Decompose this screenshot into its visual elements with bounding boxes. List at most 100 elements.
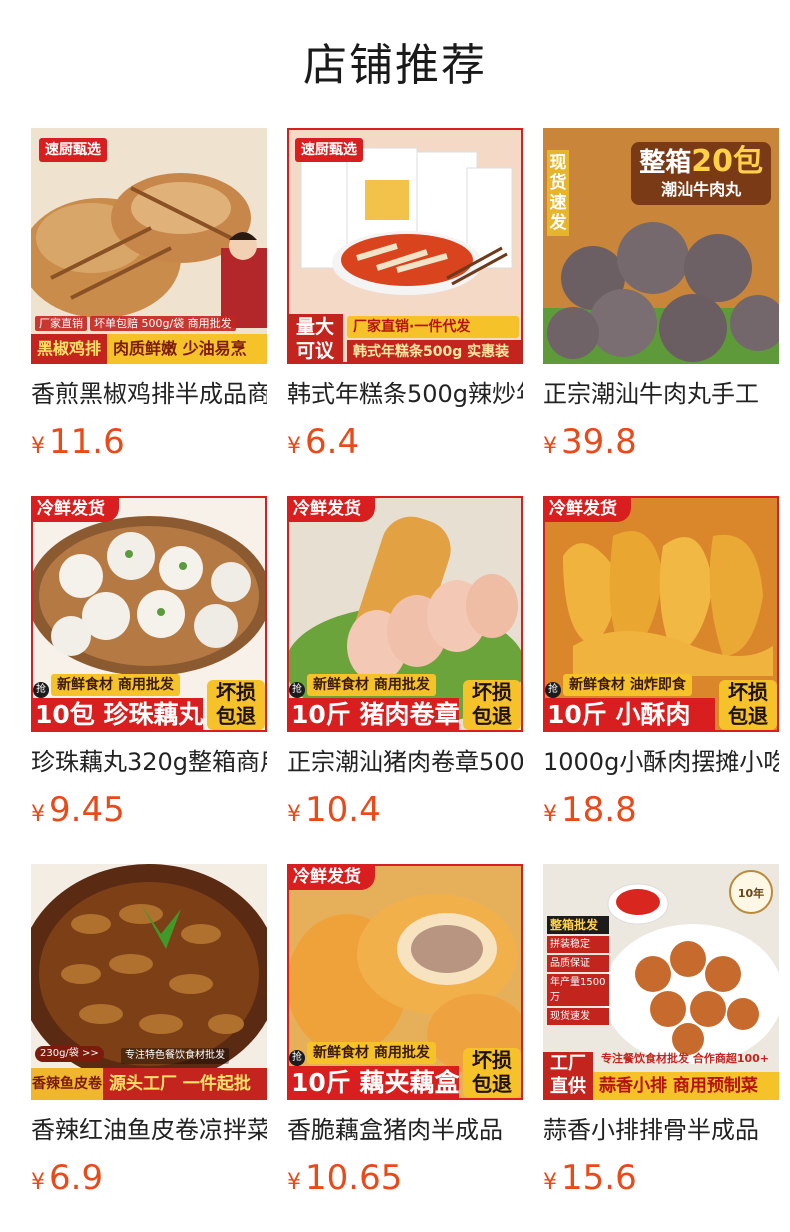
product-card[interactable]: 冷鲜发货 新鲜食材 商用批发 抢 10斤 藕夹藕盒 坏损 包退 香脆藕盒猪肉半成…	[287, 864, 523, 1232]
wholesale-note: 专注餐饮食材批发 合作商超100+	[601, 1052, 770, 1065]
headline-box-word: 整箱	[639, 148, 692, 178]
product-price: ¥9.45	[31, 788, 267, 832]
product-card[interactable]: 整箱批发 拼装稳定 品质保证 年产量1500万 现货速发 10年 工厂 直供 专…	[543, 864, 779, 1232]
promo-block: 新鲜食材 商用批发 抢 10包 珍珠藕丸 坏损 包退	[31, 674, 267, 732]
product-card[interactable]: 冷鲜发货 新鲜食材 商用批发 抢 10斤 猪肉卷章 坏损 包退 正宗潮汕猪肉卷章…	[287, 496, 523, 864]
product-grid: 速厨甄选 厂家直销 坏单包赔 500g/袋 商用批发 黑椒鸡排 肉质鲜嫩 少油易烹…	[31, 128, 779, 1232]
product-card[interactable]: 230g/袋 >> 专注特色餐饮食材批发 香辣鱼皮卷 源头工厂 一件起批 香辣红…	[31, 864, 267, 1232]
refund-badge: 坏损 包退	[207, 680, 265, 730]
product-image[interactable]: 冷鲜发货 新鲜食材 商用批发 抢 10斤 藕夹藕盒 坏损 包退	[287, 864, 523, 1100]
product-image[interactable]: 冷鲜发货 新鲜食材 油炸即食 抢 10斤 小酥肉 坏损 包退	[543, 496, 779, 732]
product-price: ¥6.9	[31, 1156, 267, 1200]
product-image[interactable]: 冷鲜发货 新鲜食材 商用批发 抢 10斤 猪肉卷章 坏损 包退	[287, 496, 523, 732]
shop-note: 专注特色餐饮食材批发	[121, 1048, 229, 1064]
cold-ship-tag: 冷鲜发货	[543, 496, 631, 522]
product-card[interactable]: 速厨甄选 厂家直销 坏单包赔 500g/袋 商用批发 黑椒鸡排 肉质鲜嫩 少油易烹…	[31, 128, 267, 496]
product-price: ¥39.8	[543, 420, 779, 464]
product-title[interactable]: 1000g小酥肉摆摊小吃	[543, 746, 779, 778]
strip-left-label: 黑椒鸡排	[31, 334, 108, 364]
product-title[interactable]: 正宗潮汕牛肉丸手工	[543, 378, 779, 410]
product-image[interactable]: 速厨甄选 厂家直销 坏单包赔 500g/袋 商用批发 黑椒鸡排 肉质鲜嫩 少油易烹	[31, 128, 267, 364]
product-card[interactable]: 现货速发 整箱20包 潮汕牛肉丸 正宗潮汕牛肉丸手工 ¥39.8	[543, 128, 779, 496]
grab-badge: 抢	[289, 1050, 305, 1066]
product-image[interactable]: 速厨甄选 量大 可议 厂家直销·一件代发 韩式年糕条500g 实惠装	[287, 128, 523, 364]
product-title[interactable]: 正宗潮汕猪肉卷章500g	[287, 746, 523, 778]
promo-block: 新鲜食材 油炸即食 抢 10斤 小酥肉 坏损 包退	[543, 674, 779, 732]
product-image[interactable]: 整箱批发 拼装稳定 品质保证 年产量1500万 现货速发 10年 工厂 直供 专…	[543, 864, 779, 1100]
product-name-banner: 蒜香小排 商用预制菜	[593, 1072, 779, 1100]
cold-ship-tag: 冷鲜发货	[287, 864, 375, 890]
section-title: 店铺推荐	[303, 40, 487, 91]
store-recommendations-page: 店铺推荐 速厨甄选 厂家直销 坏单包赔 500g/袋 商用批发 黑椒鸡排 肉质鲜…	[0, 0, 790, 1232]
feature-item: 拼装稳定	[547, 936, 609, 953]
currency-symbol: ¥	[543, 802, 557, 827]
brand-badge: 速厨甄选	[295, 138, 363, 162]
product-price: ¥10.65	[287, 1156, 523, 1200]
weight-pill: 230g/袋 >>	[35, 1046, 104, 1062]
product-price: ¥6.4	[287, 420, 523, 464]
promo-ribbon: 新鲜食材 商用批发	[307, 1042, 436, 1064]
product-title[interactable]: 香煎黑椒鸡排半成品商用	[31, 378, 267, 410]
cold-ship-tag: 冷鲜发货	[31, 496, 119, 522]
feature-item: 现货速发	[547, 1008, 609, 1025]
refund-badge: 坏损 包退	[463, 1048, 521, 1098]
product-card[interactable]: 速厨甄选 量大 可议 厂家直销·一件代发 韩式年糕条500g 实惠装 韩式年糕条…	[287, 128, 523, 496]
product-image[interactable]: 现货速发 整箱20包 潮汕牛肉丸	[543, 128, 779, 364]
feature-tag: 厂家直销	[35, 316, 87, 331]
feature-item: 年产量1500万	[547, 974, 609, 1006]
grab-badge: 抢	[545, 682, 561, 698]
bulk-label-text: 量大 可议	[295, 316, 334, 362]
feature-item: 品质保证	[547, 955, 609, 972]
ship-now-tag: 现货速发	[547, 150, 569, 236]
currency-symbol: ¥	[543, 434, 557, 459]
currency-symbol: ¥	[287, 1170, 301, 1195]
strip-right-label: 肉质鲜嫩 少油易烹	[107, 334, 267, 364]
product-title[interactable]: 香脆藕盒猪肉半成品	[287, 1114, 523, 1146]
headline-count: 20包	[691, 144, 763, 179]
promo-bar: 工厂 直供 专注餐饮食材批发 合作商超100+ 蒜香小排 商用预制菜	[543, 1050, 779, 1100]
brand-badge: 速厨甄选	[39, 138, 107, 162]
price-value: 39.8	[561, 422, 637, 462]
product-image[interactable]: 冷鲜发货 新鲜食材 商用批发 抢 10包 珍珠藕丸 坏损 包退	[31, 496, 267, 732]
price-value: 6.9	[49, 1158, 104, 1198]
promo-main: 10斤 小酥肉	[543, 698, 715, 732]
promo-main: 10包 珍珠藕丸	[31, 698, 203, 732]
price-value: 18.8	[561, 790, 637, 830]
source-factory-label: 源头工厂 一件起批	[109, 1074, 251, 1094]
promo-ribbon: 新鲜食材 商用批发	[51, 674, 180, 696]
product-price: ¥11.6	[31, 420, 267, 464]
currency-symbol: ¥	[543, 1170, 557, 1195]
product-title[interactable]: 韩式年糕条500g辣炒年糕	[287, 378, 523, 410]
feature-list: 整箱批发 拼装稳定 品质保证 年产量1500万 现货速发	[547, 916, 609, 1025]
currency-symbol: ¥	[287, 802, 301, 827]
price-value: 15.6	[561, 1158, 637, 1198]
currency-symbol: ¥	[31, 802, 45, 827]
grab-badge: 抢	[33, 682, 49, 698]
product-price: ¥18.8	[543, 788, 779, 832]
currency-symbol: ¥	[31, 1170, 45, 1195]
cold-ship-tag: 冷鲜发货	[287, 496, 375, 522]
promo-ribbon: 新鲜食材 油炸即食	[563, 674, 692, 696]
price-value: 10.4	[305, 790, 381, 830]
headline-line-1: 整箱20包	[639, 146, 763, 179]
promo-main: 10斤 猪肉卷章	[287, 698, 459, 732]
product-image[interactable]: 230g/袋 >> 专注特色餐饮食材批发 香辣鱼皮卷 源头工厂 一件起批	[31, 864, 267, 1100]
promo-block: 新鲜食材 商用批发 抢 10斤 藕夹藕盒 坏损 包退	[287, 1042, 523, 1100]
feature-list-head: 整箱批发	[547, 916, 609, 934]
product-card[interactable]: 冷鲜发货 新鲜食材 商用批发 抢 10包 珍珠藕丸 坏损 包退 珍珠藕丸320g…	[31, 496, 267, 864]
promo-main: 10斤 藕夹藕盒	[287, 1066, 459, 1100]
promo-bar: 230g/袋 >> 专注特色餐饮食材批发 香辣鱼皮卷 源头工厂 一件起批	[31, 1046, 267, 1100]
product-title[interactable]: 珍珠藕丸320g整箱商用	[31, 746, 267, 778]
product-price: ¥10.4	[287, 788, 523, 832]
bulk-negotiable-label: 量大 可议	[287, 314, 343, 364]
product-title[interactable]: 香辣红油鱼皮卷凉拌菜	[31, 1114, 267, 1146]
factory-direct-label: 厂家直销·一件代发	[347, 316, 519, 338]
price-value: 11.6	[49, 422, 125, 462]
fish-skin-illustration	[31, 864, 267, 1100]
product-price: ¥15.6	[543, 1156, 779, 1200]
product-card[interactable]: 冷鲜发货 新鲜食材 油炸即食 抢 10斤 小酥肉 坏损 包退 1000g小酥肉摆…	[543, 496, 779, 864]
promo-bar: 量大 可议 厂家直销·一件代发 韩式年糕条500g 实惠装	[287, 314, 523, 364]
currency-symbol: ¥	[287, 434, 301, 459]
refund-badge: 坏损 包退	[463, 680, 521, 730]
product-title[interactable]: 蒜香小排排骨半成品	[543, 1114, 779, 1146]
